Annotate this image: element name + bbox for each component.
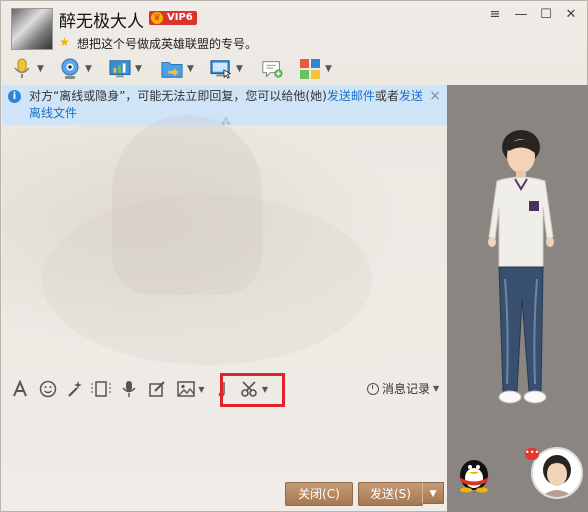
chevron-down-icon: ▼ (429, 489, 437, 499)
chevron-down-icon[interactable]: ▼ (85, 64, 92, 74)
minimize-button[interactable]: — (509, 7, 533, 22)
notice-text-middle: 或者 (374, 89, 399, 103)
edit-icon[interactable] (147, 379, 167, 399)
monitor-chart-icon (109, 58, 131, 80)
contact-name[interactable]: 醉无极大人 (59, 7, 144, 32)
background-image-shade (42, 195, 372, 365)
show-panel: ••• (447, 85, 588, 512)
vip-label: VIP6 (167, 12, 193, 23)
background-mark: ⁂ (221, 117, 231, 128)
voice-message-icon[interactable] (119, 379, 139, 399)
chevron-down-icon[interactable]: ▼ (135, 64, 142, 74)
send-button[interactable]: 发送(S) (358, 482, 423, 506)
menu-icon: ≡ (489, 7, 501, 22)
create-discussion-button[interactable] (261, 56, 283, 82)
microphone-icon (11, 58, 33, 80)
chevron-down-icon[interactable]: ▼ (236, 64, 243, 74)
avatar-show-figure[interactable] (475, 129, 565, 449)
send-file-button[interactable]: ▼ (161, 56, 194, 82)
qq-penguin-icon[interactable] (454, 453, 494, 493)
menu-button[interactable]: ≡ (483, 7, 507, 22)
chevron-down-icon[interactable]: ▼ (187, 64, 194, 74)
send-options-button[interactable]: ▼ (422, 482, 444, 504)
emoji-icon[interactable] (38, 379, 58, 399)
close-icon: ✕ (565, 7, 577, 22)
chevron-down-icon[interactable]: ▼ (198, 385, 204, 394)
minimize-icon: — (514, 7, 528, 22)
contact-signature: 想把这个号做成英雄联盟的专号。 (77, 37, 258, 51)
user-avatar-icon (541, 455, 573, 497)
share-screen-button[interactable]: ▼ (210, 56, 243, 82)
apps-button[interactable]: ▼ (299, 56, 332, 82)
remote-desktop-button[interactable]: ▼ (109, 56, 142, 82)
frame-icon[interactable] (91, 379, 111, 399)
webcam-icon (59, 58, 81, 80)
chat-add-icon (261, 58, 283, 80)
message-history-area[interactable] (2, 115, 447, 372)
video-call-button[interactable]: ▼ (59, 56, 92, 82)
close-chat-button[interactable]: 关闭(C) (285, 482, 353, 506)
voice-call-button[interactable]: ▼ (11, 56, 44, 82)
crown-icon: ♛ (151, 12, 163, 24)
chevron-down-icon[interactable]: ▼ (325, 64, 332, 74)
chevron-down-icon[interactable]: ▼ (37, 64, 44, 74)
image-icon[interactable]: ▼ (174, 379, 208, 399)
chevron-down-icon[interactable]: ▼ (433, 384, 439, 393)
screen-share-icon (210, 58, 232, 80)
chat-window: 醉无极大人 ♛ VIP6 ★ 想把这个号做成英雄联盟的专号。 ≡ — ☐ ✕ ▼… (0, 0, 588, 512)
close-button[interactable]: ✕ (559, 7, 583, 22)
folder-arrow-icon (161, 58, 183, 80)
app-grid-icon (299, 58, 321, 80)
info-icon: i (8, 90, 21, 103)
font-icon[interactable] (10, 379, 30, 399)
message-input[interactable] (2, 405, 447, 475)
maximize-button[interactable]: ☐ (534, 7, 558, 22)
close-notice-icon[interactable]: × (429, 88, 441, 104)
maximize-icon: ☐ (540, 7, 552, 22)
message-history-button[interactable]: 消息记录 ▼ (367, 380, 439, 397)
contact-avatar[interactable] (11, 8, 53, 50)
star-icon: ★ (59, 35, 70, 49)
screenshot-highlight (220, 373, 285, 407)
magic-icon[interactable] (65, 379, 85, 399)
clock-icon (367, 382, 379, 395)
send-email-link[interactable]: 发送邮件 (327, 89, 375, 103)
message-history-label: 消息记录 (382, 382, 431, 396)
notice-text-before: 对方“离线或隐身”，可能无法立即回复，您可以给他(她) (29, 89, 327, 103)
notification-bubble[interactable]: ••• (525, 448, 539, 460)
vip-badge[interactable]: ♛ VIP6 (149, 11, 197, 25)
